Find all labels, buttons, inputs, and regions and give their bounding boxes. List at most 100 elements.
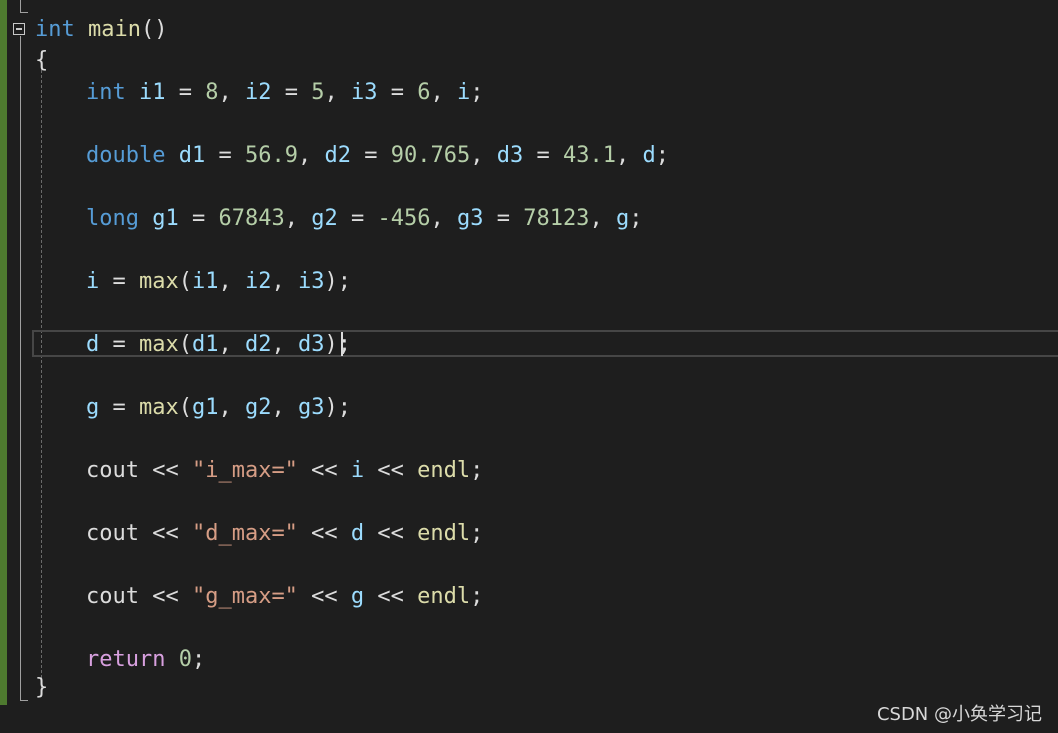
code-line[interactable]: g = max(g1, g2, g3); xyxy=(86,394,351,422)
code-token: , xyxy=(271,395,298,420)
code-token: g1 xyxy=(152,206,179,231)
code-token: d1 xyxy=(192,332,219,357)
code-token: = xyxy=(350,143,391,168)
code-token: long xyxy=(86,206,139,231)
code-line[interactable]: i = max(i1, i2, i3); xyxy=(86,268,351,296)
code-token: g3 xyxy=(456,206,484,231)
code-token: "g_max=" xyxy=(191,584,298,609)
change-tracking-margin xyxy=(0,0,7,705)
code-token: max xyxy=(139,332,179,357)
code-token: i xyxy=(350,458,365,483)
code-token: , xyxy=(430,206,457,231)
code-token: ); xyxy=(324,269,352,294)
code-token: 8 xyxy=(205,80,219,105)
code-token: "i_max=" xyxy=(191,458,298,483)
code-line[interactable]: double d1 = 56.9, d2 = 90.765, d3 = 43.1… xyxy=(86,142,669,170)
code-token: () xyxy=(140,17,168,42)
code-line[interactable]: int main() xyxy=(35,16,167,44)
outline-end-prev xyxy=(20,12,28,13)
text-caret xyxy=(341,332,343,356)
code-token: g xyxy=(86,395,100,420)
code-token: int xyxy=(35,17,75,42)
code-token: d3 xyxy=(298,332,325,357)
watermark: CSDN @小奂学习记 xyxy=(876,704,1042,725)
code-line[interactable]: } xyxy=(35,674,48,702)
code-token: ; xyxy=(470,80,484,105)
code-token: 90.765 xyxy=(390,143,471,168)
code-token: main xyxy=(88,17,141,42)
code-token: d xyxy=(642,143,656,168)
code-token: = xyxy=(99,332,139,357)
code-token: , xyxy=(271,332,298,357)
code-token: d2 xyxy=(324,143,351,168)
code-token: g2 xyxy=(311,206,338,231)
code-token: , xyxy=(297,143,325,168)
code-token: i1 xyxy=(192,269,219,294)
code-token: i xyxy=(86,269,100,294)
code-token: i xyxy=(457,80,471,105)
outline-line-prev xyxy=(20,0,21,12)
code-token: -456 xyxy=(377,206,431,231)
code-token: d2 xyxy=(245,332,272,357)
code-token: = xyxy=(99,269,139,294)
code-token: = xyxy=(205,143,245,168)
code-token: g xyxy=(615,206,630,231)
code-token: , xyxy=(218,80,245,105)
code-token: = xyxy=(271,80,312,105)
code-token: 78123 xyxy=(523,206,590,231)
code-line[interactable]: cout << "d_max=" << d << endl; xyxy=(86,520,483,548)
code-token: ; xyxy=(470,521,484,546)
code-token: i2 xyxy=(245,80,272,105)
code-token: d xyxy=(86,332,100,357)
code-token: int xyxy=(86,80,126,105)
code-token: << xyxy=(364,584,418,609)
code-token: = xyxy=(483,206,524,231)
code-token: d xyxy=(350,521,365,546)
code-line[interactable]: cout << "g_max=" << g << endl; xyxy=(86,583,483,611)
code-token: , xyxy=(430,80,457,105)
code-token: = xyxy=(523,143,563,168)
code-token: = xyxy=(178,206,219,231)
code-token: ; xyxy=(655,143,669,168)
code-token: d3 xyxy=(496,143,524,168)
code-token: double xyxy=(86,143,166,168)
code-token: , xyxy=(284,206,312,231)
code-token: } xyxy=(35,675,49,700)
code-editor[interactable]: int main() { int i1 = 8, i2 = 5, i3 = 6, i… xyxy=(0,0,1058,733)
code-token: << xyxy=(297,521,351,546)
code-token: << xyxy=(297,584,351,609)
code-token: , xyxy=(218,332,245,357)
code-token: = xyxy=(99,395,139,420)
code-token: , xyxy=(218,269,245,294)
code-token: i3 xyxy=(298,269,325,294)
code-token: ; xyxy=(470,584,484,609)
code-token: ( xyxy=(178,332,192,357)
code-token: , xyxy=(271,269,298,294)
code-token: ; xyxy=(629,206,643,231)
code-line[interactable]: cout << "i_max=" << i << endl; xyxy=(86,457,483,485)
code-line[interactable]: d = max(d1, d2, d3); xyxy=(86,331,351,359)
code-token: ; xyxy=(470,458,484,483)
code-token: , xyxy=(615,143,643,168)
code-token: , xyxy=(470,143,497,168)
code-token: "d_max=" xyxy=(191,521,298,546)
code-line[interactable]: { xyxy=(35,47,48,75)
code-token: << xyxy=(364,521,418,546)
code-line[interactable]: return 0; xyxy=(86,646,205,674)
code-token: << xyxy=(364,458,418,483)
indent-guide xyxy=(41,70,42,688)
code-token: cout xyxy=(86,584,139,609)
code-token: 67843 xyxy=(218,206,285,231)
code-line[interactable]: int i1 = 8, i2 = 5, i3 = 6, i; xyxy=(86,79,484,107)
code-token: 43.1 xyxy=(562,143,616,168)
code-token: << xyxy=(138,521,192,546)
collapse-minus-icon[interactable] xyxy=(13,23,25,35)
code-token: g3 xyxy=(298,395,325,420)
code-token: , xyxy=(218,395,245,420)
code-line[interactable]: long g1 = 67843, g2 = -456, g3 = 78123, … xyxy=(86,205,642,233)
